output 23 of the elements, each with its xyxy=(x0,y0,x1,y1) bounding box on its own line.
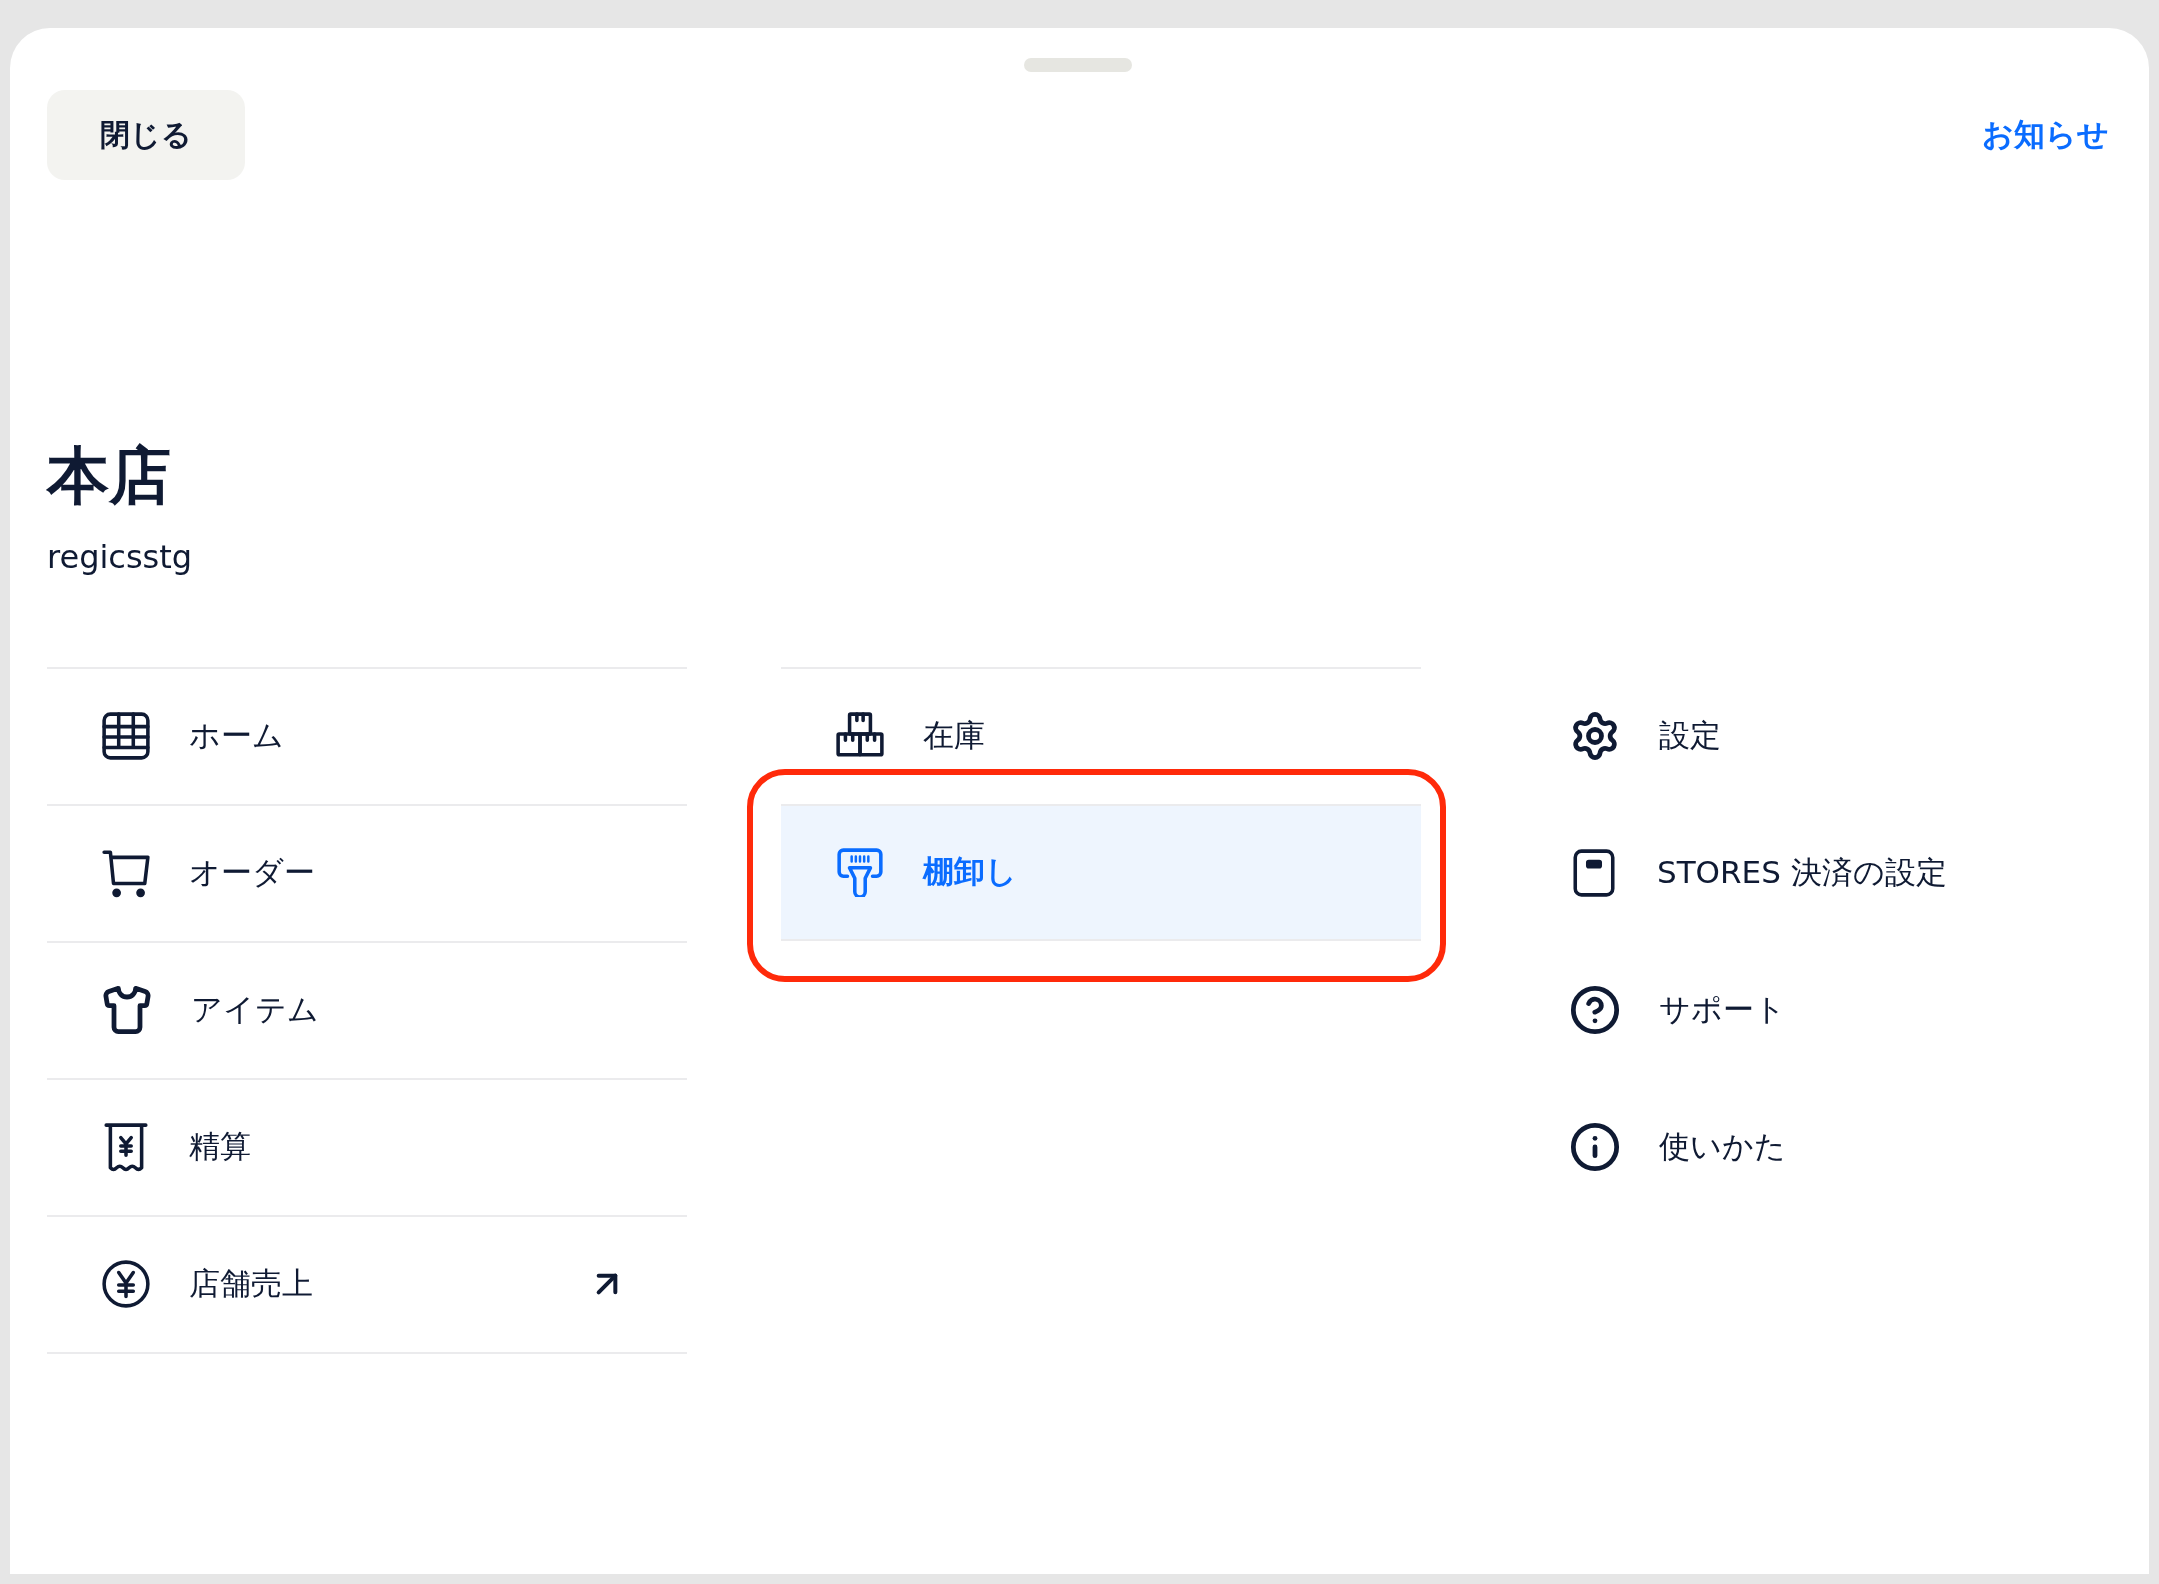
notice-link[interactable]: お知らせ xyxy=(1982,114,2109,156)
menu-item[interactable]: 使いかた xyxy=(1515,1079,2109,1217)
shirt-icon xyxy=(101,984,153,1037)
menu-item[interactable]: STORES 決済の設定 xyxy=(1515,805,2109,943)
menu-item[interactable]: アイテム xyxy=(47,942,687,1080)
menu-item[interactable]: 棚卸し xyxy=(781,803,1421,941)
menu-item[interactable]: オーダー xyxy=(47,805,687,943)
menu-item[interactable]: 設定 xyxy=(1515,668,2109,806)
close-button[interactable]: 閉じる xyxy=(47,90,245,180)
menu-item[interactable]: サポート xyxy=(1515,942,2109,1080)
menu-item[interactable]: 精算 xyxy=(47,1079,687,1217)
help-icon xyxy=(1569,984,1621,1037)
yen-circle-icon xyxy=(101,1259,151,1310)
menu-item[interactable]: ホーム xyxy=(47,668,687,806)
info-icon xyxy=(1569,1121,1621,1174)
menu-item[interactable]: 店舗売上 xyxy=(47,1216,687,1354)
drag-handle[interactable] xyxy=(1024,58,1132,72)
cart-icon xyxy=(101,848,151,899)
menu-item[interactable]: 在庫 xyxy=(781,668,1421,806)
account-name: regicsstg xyxy=(47,538,194,577)
grid-icon xyxy=(101,711,151,762)
store-name: 本店 xyxy=(47,442,172,511)
barcode-scanner-icon xyxy=(835,847,885,898)
